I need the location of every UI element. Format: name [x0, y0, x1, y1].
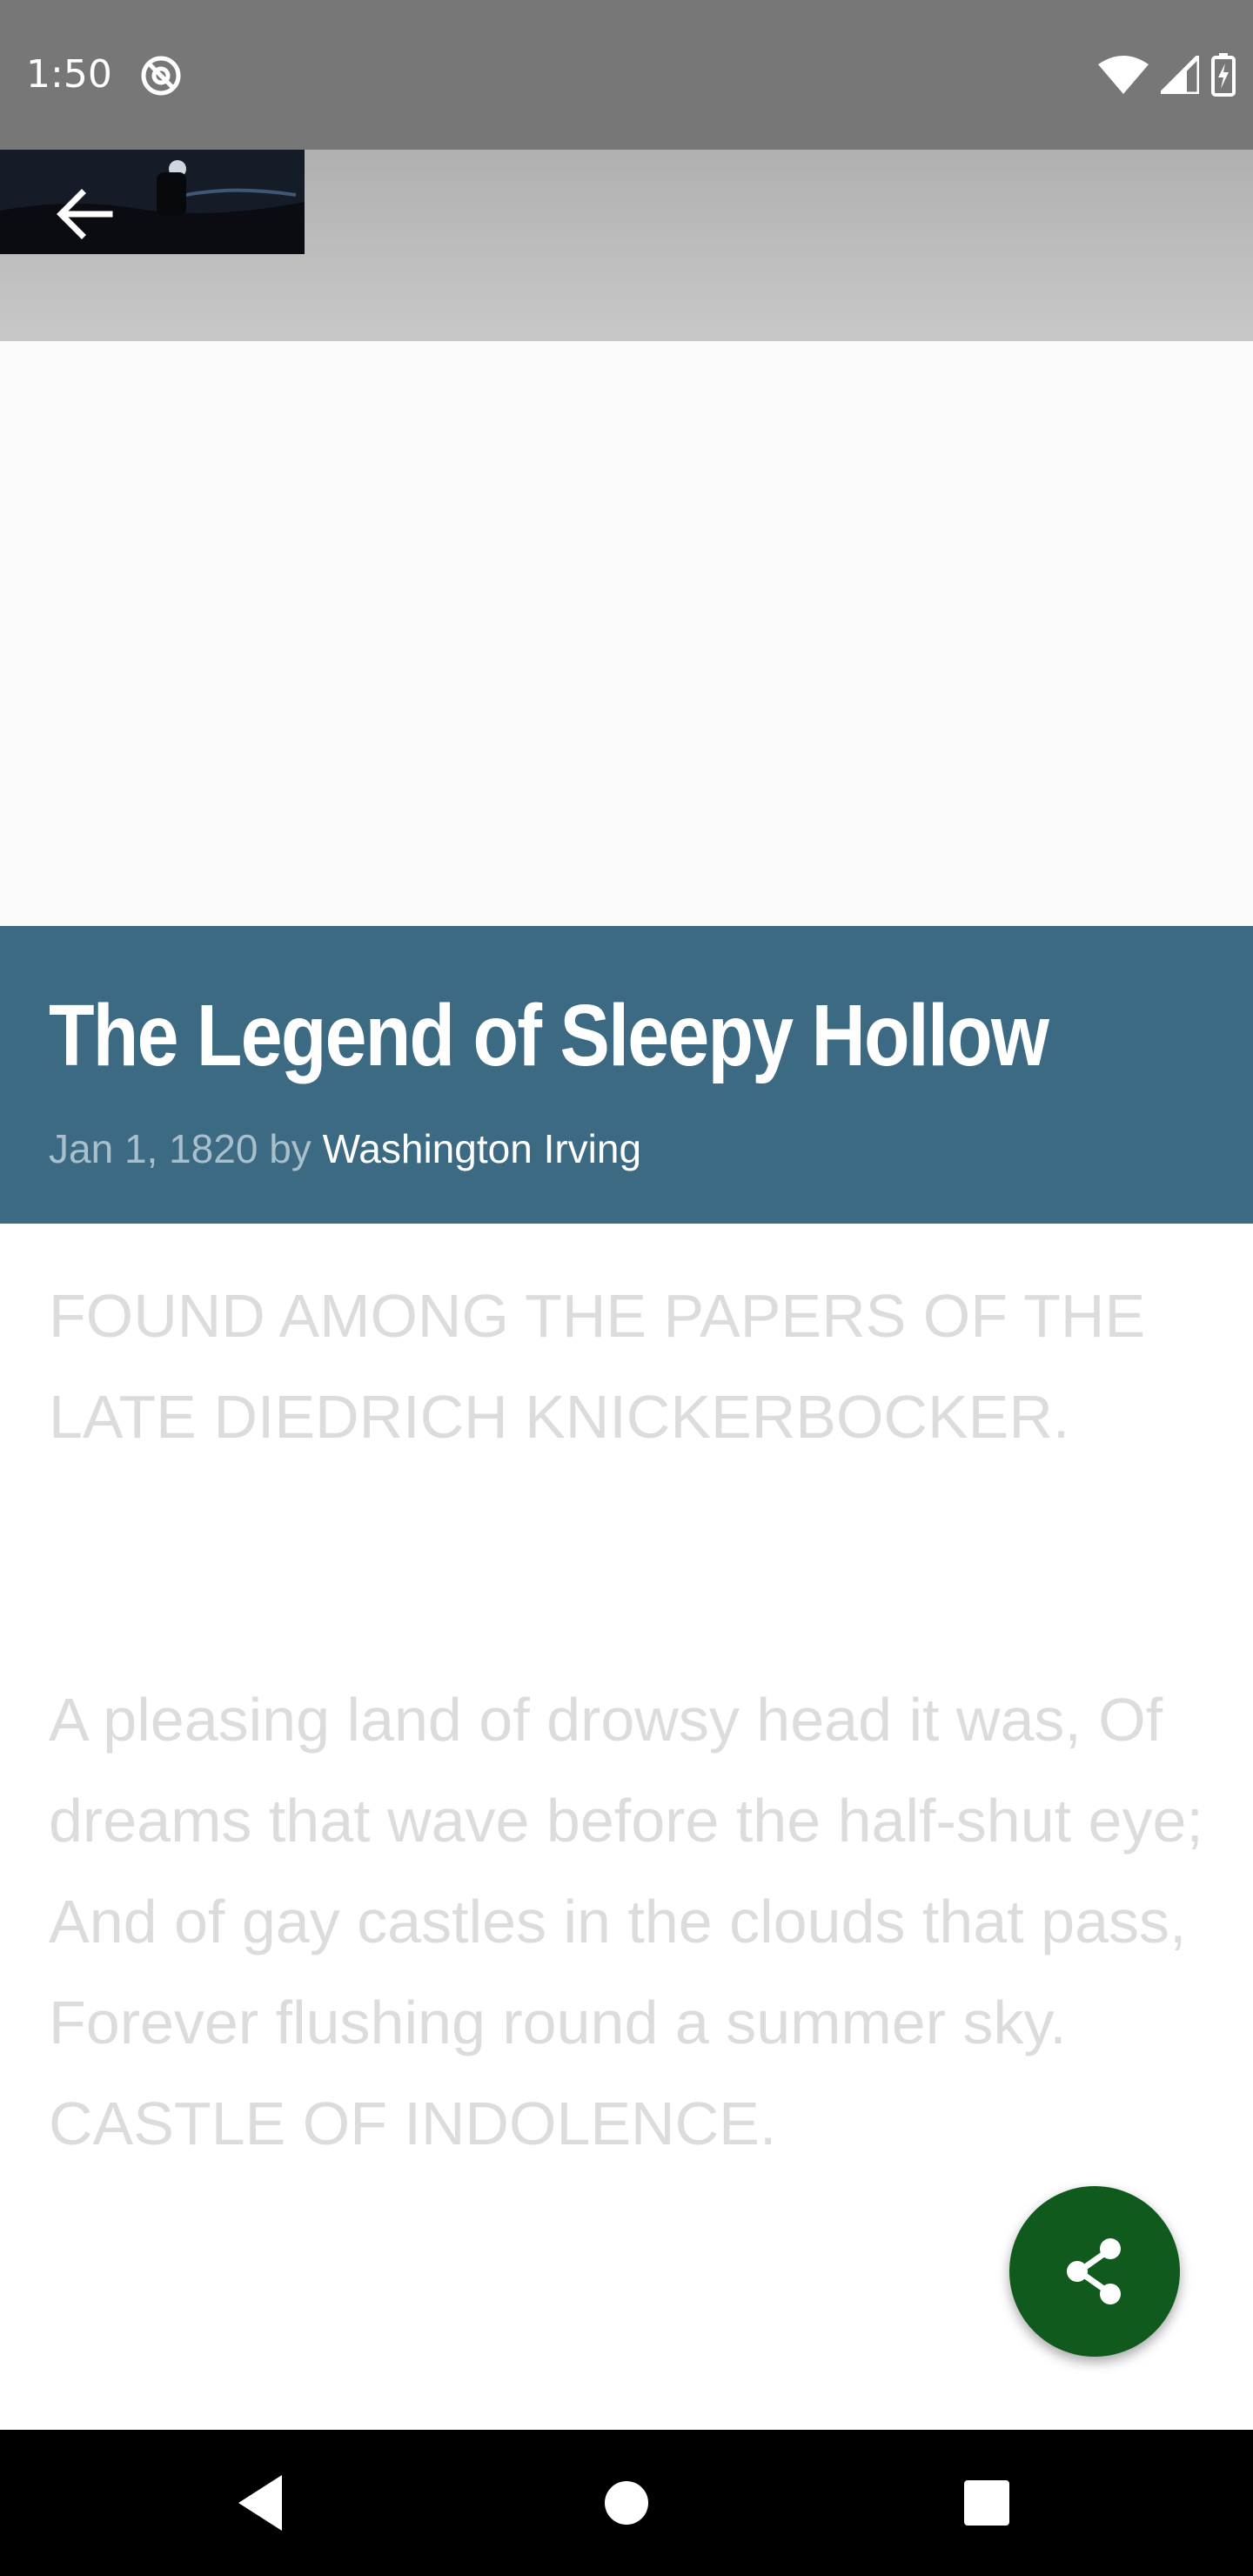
share-button[interactable] — [1009, 2186, 1180, 2357]
back-triangle-icon[interactable] — [218, 2459, 305, 2546]
header-image — [0, 150, 305, 254]
system-nav-bar — [0, 2430, 1253, 2576]
author-link[interactable]: Washington Irving — [323, 1126, 641, 1171]
battery-charging-icon — [1211, 53, 1236, 97]
signal-icon — [1161, 56, 1199, 94]
byline: Jan 1, 1820 by Washington Irving — [49, 1123, 641, 1175]
at-sign-icon — [141, 56, 181, 96]
status-bar: 1:50 — [0, 0, 1253, 150]
article-paragraph: FOUND AMONG THE PAPERS OF THE LATE DIEDR… — [49, 1282, 1146, 1451]
article-paragraph: A pleasing land of drowsy head it was, O… — [49, 1686, 1203, 2157]
article-title: The Legend of Sleepy Hollow — [49, 987, 1049, 1084]
article-body: FOUND AMONG THE PAPERS OF THE LATE DIEDR… — [49, 1265, 1206, 2174]
back-arrow-icon[interactable] — [52, 183, 115, 245]
home-circle-icon[interactable] — [583, 2459, 670, 2546]
status-time: 1:50 — [26, 52, 112, 97]
recents-square-icon[interactable] — [943, 2459, 1030, 2546]
publish-date: Jan 1, 1820 by — [49, 1126, 323, 1171]
image-placeholder — [0, 341, 1253, 926]
wifi-icon — [1098, 56, 1149, 94]
status-icons — [1098, 52, 1236, 97]
share-icon — [1067, 2238, 1121, 2304]
header-image-art — [0, 150, 305, 254]
